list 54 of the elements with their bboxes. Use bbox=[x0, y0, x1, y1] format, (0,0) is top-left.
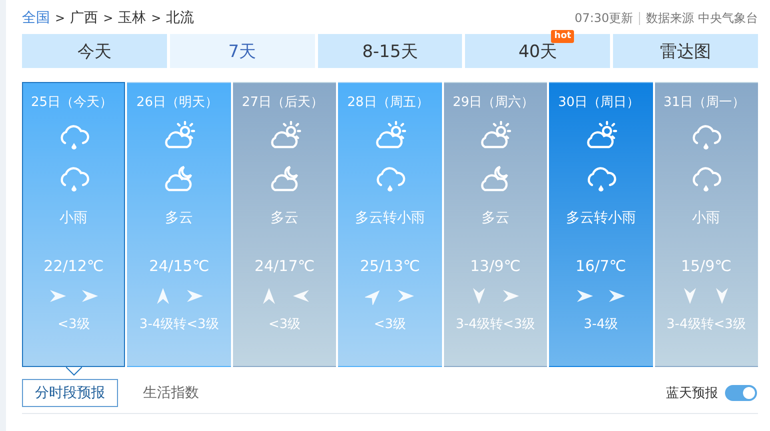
wind-level: <3级 bbox=[374, 316, 406, 333]
weather-text: 小雨 bbox=[692, 209, 720, 227]
day-card[interactable]: 28日（周五） 多云转小雨 25/13℃ <3级 bbox=[338, 82, 442, 367]
day-date: 26日（明天） bbox=[135, 94, 218, 111]
day-card[interactable]: 29日（周六） 多云 13/9℃ 3-4级转<3级 bbox=[444, 82, 548, 367]
weather-text: 小雨 bbox=[60, 209, 88, 227]
breadcrumb-item: 北流 bbox=[166, 9, 194, 27]
wind-level: 3-4级 bbox=[584, 316, 618, 333]
forecast-tab[interactable]: 雷达图 bbox=[613, 34, 758, 68]
day-card[interactable]: 26日（明天） 多云 24/15℃ 3-4级转<3级 bbox=[127, 82, 231, 367]
day-card[interactable]: 25日（今天） 小雨 22/12℃ <3级 bbox=[22, 82, 126, 367]
data-source: 数据来源 中央气象台 bbox=[646, 10, 758, 26]
toggle-label: 蓝天预报 bbox=[666, 385, 718, 402]
weather-text: 多云 bbox=[481, 209, 510, 227]
breadcrumb-separator: > bbox=[103, 11, 114, 25]
temperature: 24/15℃ bbox=[149, 257, 210, 275]
day-date: 28日（周五） bbox=[346, 94, 429, 111]
breadcrumb-separator: > bbox=[55, 11, 66, 25]
wind-level: <3级 bbox=[58, 316, 90, 333]
temperature: 22/12℃ bbox=[44, 257, 104, 275]
breadcrumb-item: 广西 bbox=[70, 9, 98, 27]
day-date: 29日（周六） bbox=[452, 94, 534, 111]
day-card[interactable]: 31日（周一） 小雨 15/9℃ 3-4级转<3级 bbox=[654, 82, 758, 367]
hot-badge: hot bbox=[551, 30, 574, 43]
wind-level: <3级 bbox=[268, 316, 301, 333]
breadcrumb-item: 玉林 bbox=[118, 9, 146, 27]
toggle-switch[interactable] bbox=[724, 384, 758, 402]
wind-level: 3-4级转<3级 bbox=[139, 316, 219, 333]
weather-text: 多云转小雨 bbox=[566, 209, 636, 227]
temperature: 25/13℃ bbox=[360, 257, 420, 275]
wind-level: 3-4级转<3级 bbox=[666, 316, 746, 333]
day-date: 25日（今天） bbox=[30, 94, 113, 111]
breadcrumb-separator: > bbox=[151, 11, 162, 25]
day-card[interactable]: 30日（周日） 多云转小雨 16/7℃ 3-4级 bbox=[549, 82, 653, 367]
temperature: 15/9℃ bbox=[680, 257, 732, 275]
sub-tab[interactable]: 生活指数 bbox=[130, 379, 212, 407]
update-time: 07:30更新 bbox=[574, 10, 634, 26]
weather-text: 多云转小雨 bbox=[354, 209, 425, 227]
weather-text: 多云 bbox=[165, 209, 194, 227]
forecast-tab[interactable]: 8-15天 bbox=[318, 34, 462, 68]
day-date: 27日（后天） bbox=[240, 94, 324, 111]
forecast-tab[interactable]: 今天 bbox=[22, 34, 167, 68]
day-card[interactable]: 27日（后天） 多云 24/17℃ <3级 bbox=[232, 82, 336, 367]
temperature: 16/7℃ bbox=[576, 257, 626, 275]
breadcrumb-link[interactable]: 全国 bbox=[22, 9, 50, 27]
sub-tab[interactable]: 分时段预报 bbox=[22, 379, 118, 407]
temperature: 24/17℃ bbox=[254, 257, 315, 275]
forecast-tab[interactable]: 7天 bbox=[170, 34, 315, 68]
temperature: 13/9℃ bbox=[470, 257, 521, 275]
day-date: 31日（周一） bbox=[662, 94, 746, 111]
caret-icon bbox=[66, 367, 82, 376]
day-date: 30日（周日） bbox=[557, 94, 640, 111]
weather-text: 多云 bbox=[270, 209, 299, 227]
wind-level: 3-4级转<3级 bbox=[456, 316, 536, 333]
